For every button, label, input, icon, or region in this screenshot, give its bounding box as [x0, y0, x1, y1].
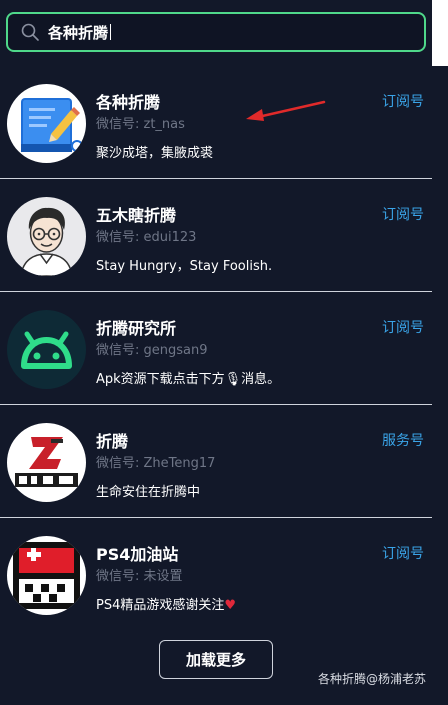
heart-icon: ♥	[224, 598, 237, 613]
avatar[interactable]	[7, 310, 86, 389]
wechat-id: 微信号: gengsan9	[96, 343, 208, 358]
account-description: Stay Hungry，Stay Foolish.	[96, 259, 273, 274]
android-robot-icon	[7, 310, 86, 389]
search-input[interactable]: 各种折腾	[6, 12, 426, 52]
text-caret	[110, 24, 112, 40]
avatar[interactable]	[7, 197, 86, 276]
account-type-label: 服务号	[382, 433, 424, 449]
wechat-id: 微信号: zt_nas	[96, 117, 185, 132]
account-name: 五木瞎折腾	[96, 206, 177, 225]
account-description: 聚沙成塔，集腋成裘	[96, 146, 214, 161]
avatar[interactable]	[7, 536, 86, 615]
load-more-button[interactable]: 加载更多	[159, 640, 273, 679]
watermark: 各种折腾@杨浦老苏	[317, 672, 426, 686]
pixel-pokeball-icon	[7, 536, 86, 615]
account-description: PS4精品游戏感谢关注♥	[96, 594, 236, 613]
wechat-id: 微信号: edui123	[96, 230, 197, 245]
account-type-label: 订阅号	[382, 207, 424, 223]
wechat-id: 微信号: 未设置	[96, 569, 183, 584]
search-value[interactable]: 各种折腾	[48, 22, 108, 43]
search-bar: 各种折腾	[0, 0, 432, 66]
cartoon-man-glasses-icon	[7, 197, 86, 276]
account-type-label: 订阅号	[382, 546, 424, 562]
account-name: 各种折腾	[96, 93, 161, 112]
account-name: 折腾研究所	[96, 319, 177, 338]
list-item[interactable]: 折腾研究所 微信号: gengsan9 Apk资源下载点击下方🎙消息。 订阅号	[0, 292, 432, 405]
search-icon	[21, 23, 39, 41]
notebook-pencil-icon	[7, 84, 86, 163]
avatar[interactable]	[7, 423, 86, 502]
list-item[interactable]: 折腾 微信号: ZheTeng17 生命安住在折腾中 服务号	[0, 405, 432, 518]
account-type-label: 订阅号	[382, 320, 424, 336]
account-description: Apk资源下载点击下方🎙消息。	[96, 372, 281, 387]
account-name: 折腾	[96, 432, 129, 451]
wechat-id: 微信号: ZheTeng17	[96, 456, 216, 471]
list-item[interactable]: 各种折腾 微信号: zt_nas 聚沙成塔，集腋成裘 订阅号	[0, 66, 432, 179]
list-item[interactable]: 五木瞎折腾 微信号: edui123 Stay Hungry，Stay Fool…	[0, 179, 432, 292]
account-description: 生命安住在折腾中	[96, 485, 201, 500]
account-type-label: 订阅号	[382, 94, 424, 110]
results-list: 各种折腾 微信号: zt_nas 聚沙成塔，集腋成裘 订阅号 五木瞎折腾 微信号…	[0, 66, 432, 631]
zheteng-logo-icon	[7, 423, 86, 502]
red-arrow-annotation-icon	[246, 100, 326, 121]
description-text: PS4精品游戏感谢关注	[96, 598, 225, 613]
list-item[interactable]: PS4加油站 微信号: 未设置 PS4精品游戏感谢关注♥ 订阅号	[0, 518, 432, 631]
account-name: PS4加油站	[96, 545, 179, 564]
avatar[interactable]	[7, 84, 86, 163]
scrollbar-track[interactable]	[432, 0, 448, 66]
